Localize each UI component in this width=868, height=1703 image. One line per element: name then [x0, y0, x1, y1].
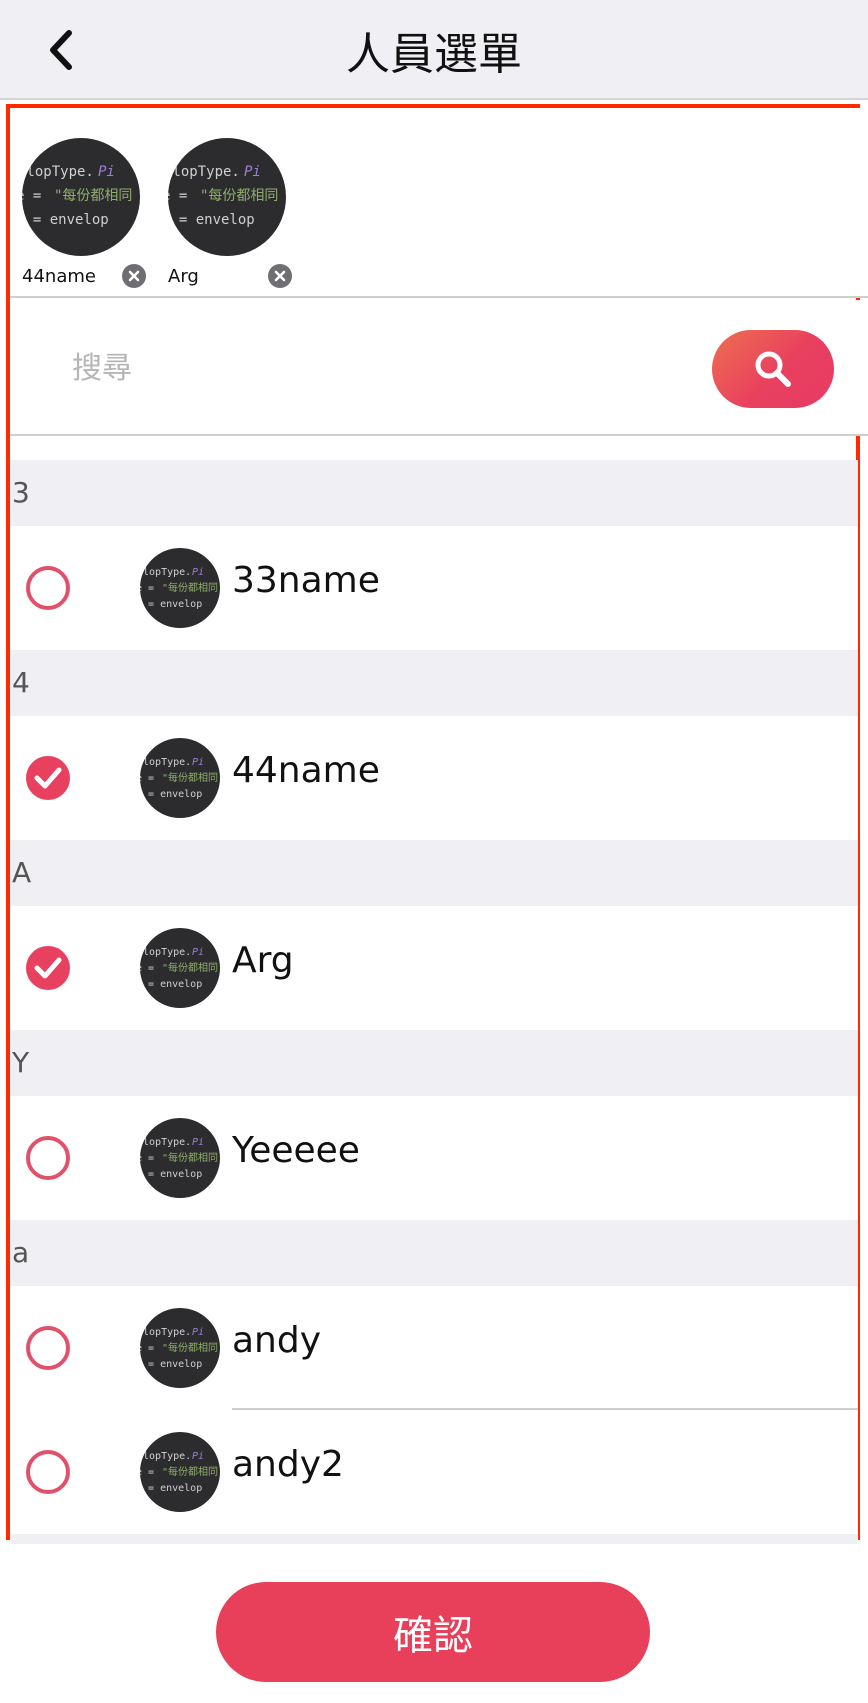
member-name: Yeeeee — [232, 1130, 360, 1171]
svg-text:y = envelop: y = envelop — [22, 212, 109, 228]
svg-text:"每份都相同: "每份都相同 — [162, 961, 218, 974]
avatar: elopType.Pi e = "每份都相同 y = envelop — [168, 138, 286, 256]
avatar: elopType.Pi e = "每份都相同 y = envelop — [140, 738, 220, 818]
search-button[interactable] — [712, 330, 834, 408]
svg-text:Pi: Pi — [192, 567, 204, 578]
select-radio[interactable] — [26, 566, 70, 610]
search-input[interactable] — [50, 334, 670, 402]
checkmark-icon — [34, 957, 62, 979]
svg-text:y = envelop: y = envelop — [140, 979, 202, 990]
svg-text:e =: e = — [140, 773, 154, 784]
search-icon — [755, 351, 791, 387]
page-title: 人員選單 — [346, 29, 522, 80]
svg-text:y = envelop: y = envelop — [140, 1169, 202, 1180]
svg-text:e =: e = — [140, 583, 154, 594]
list-item[interactable]: elopType.Pi e = "每份都相同 y = envelop andy — [10, 1286, 858, 1410]
member-name: 33name — [232, 560, 380, 601]
close-circle-icon — [274, 270, 286, 282]
svg-text:Pi: Pi — [98, 164, 115, 180]
select-radio[interactable] — [26, 946, 70, 990]
svg-text:Pi: Pi — [244, 164, 261, 180]
section-header: 4 — [10, 650, 858, 716]
svg-text:elopType.: elopType. — [140, 567, 191, 578]
select-radio[interactable] — [26, 1136, 70, 1180]
select-radio[interactable] — [26, 1326, 70, 1370]
svg-text:"每份都相同: "每份都相同 — [54, 188, 132, 204]
avatar: elopType.Pi e = "每份都相同 y = envelop — [140, 1118, 220, 1198]
remove-selected-button[interactable] — [268, 264, 292, 288]
svg-text:e =: e = — [140, 963, 154, 974]
svg-text:y = envelop: y = envelop — [140, 1483, 202, 1494]
section-header: Y — [10, 1030, 858, 1096]
list-item[interactable]: elopType.Pi e = "每份都相同 y = envelop 44name — [10, 716, 858, 840]
svg-text:e =: e = — [140, 1153, 154, 1164]
checkmark-icon — [34, 767, 62, 789]
svg-text:elopType.: elopType. — [22, 164, 94, 180]
svg-text:y = envelop: y = envelop — [140, 789, 202, 800]
svg-text:e =: e = — [140, 1343, 154, 1354]
section-header: 3 — [10, 460, 858, 526]
svg-text:Pi: Pi — [192, 1451, 204, 1462]
svg-text:Pi: Pi — [192, 1137, 204, 1148]
section-header: A — [10, 840, 858, 906]
svg-text:"每份都相同: "每份都相同 — [162, 1151, 218, 1164]
svg-text:y = envelop: y = envelop — [140, 599, 202, 610]
svg-text:elopType.: elopType. — [140, 757, 191, 768]
svg-text:Pi: Pi — [192, 1327, 204, 1338]
avatar: elopType.Pi e = "每份都相同 y = envelop — [140, 1308, 220, 1388]
list-item[interactable]: elopType.Pi e = "每份都相同 y = envelop Yeeeee — [10, 1096, 858, 1220]
svg-text:"每份都相同: "每份都相同 — [162, 1465, 218, 1478]
selected-chip-name: Arg — [168, 266, 199, 287]
svg-text:Pi: Pi — [192, 947, 204, 958]
selected-chip-name: 44name — [22, 266, 96, 287]
list-item[interactable]: elopType.Pi e = "每份都相同 y = envelop andy2 — [10, 1410, 858, 1534]
svg-text:"每份都相同: "每份都相同 — [200, 188, 278, 204]
svg-text:"每份都相同: "每份都相同 — [162, 1341, 218, 1354]
svg-text:elopType.: elopType. — [140, 1327, 191, 1338]
avatar: elopType.Pi e = "每份都相同 y = envelop — [140, 548, 220, 628]
member-name: Arg — [232, 940, 294, 981]
section-header: a — [10, 1220, 858, 1286]
select-radio[interactable] — [26, 1450, 70, 1494]
svg-text:"每份都相同: "每份都相同 — [162, 581, 218, 594]
selected-members-strip: elopType.Pie = "每份都相同y = envelop 44name … — [10, 108, 868, 298]
selected-chip: elopType.Pi e = "每份都相同 y = envelop Arg — [168, 138, 298, 288]
svg-text:y = envelop: y = envelop — [140, 1359, 202, 1370]
svg-text:e =: e = — [168, 188, 187, 204]
selected-chip: elopType.Pi e = "每份都相同 y = envelop 44name — [22, 138, 152, 288]
member-name: andy — [232, 1320, 322, 1361]
close-circle-icon — [128, 270, 140, 282]
svg-text:"每份都相同: "每份都相同 — [162, 771, 218, 784]
svg-text:elopType.: elopType. — [168, 164, 240, 180]
bottom-bar: 確認 — [0, 1544, 868, 1703]
svg-text:Pi: Pi — [192, 757, 204, 768]
svg-text:y = envelop: y = envelop — [168, 212, 255, 228]
search-row — [10, 300, 868, 436]
avatar: elopType.Pi e = "每份都相同 y = envelop — [140, 1432, 220, 1512]
avatar: elopType.Pi e = "每份都相同 y = envelop — [140, 928, 220, 1008]
svg-text:e =: e = — [140, 1467, 154, 1478]
remove-selected-button[interactable] — [122, 264, 146, 288]
svg-text:elopType.: elopType. — [140, 1451, 191, 1462]
svg-text:e =: e = — [22, 188, 41, 204]
header-bar: 人員選單 — [0, 0, 868, 100]
list-item[interactable]: elopType.Pi e = "每份都相同 y = envelop 33name — [10, 526, 858, 650]
list-item[interactable]: elopType.Pi e = "每份都相同 y = envelop Arg — [10, 906, 858, 1030]
confirm-button[interactable]: 確認 — [216, 1582, 650, 1682]
member-name: 44name — [232, 750, 380, 791]
svg-text:elopType.: elopType. — [140, 1137, 191, 1148]
svg-text:elopType.: elopType. — [140, 947, 191, 958]
member-name: andy2 — [232, 1444, 344, 1485]
select-radio[interactable] — [26, 756, 70, 800]
avatar: elopType.Pi e = "每份都相同 y = envelop — [22, 138, 140, 256]
member-list: 3 elopType.Pie = "每份都相同y = envelop 33nam… — [10, 460, 858, 1564]
